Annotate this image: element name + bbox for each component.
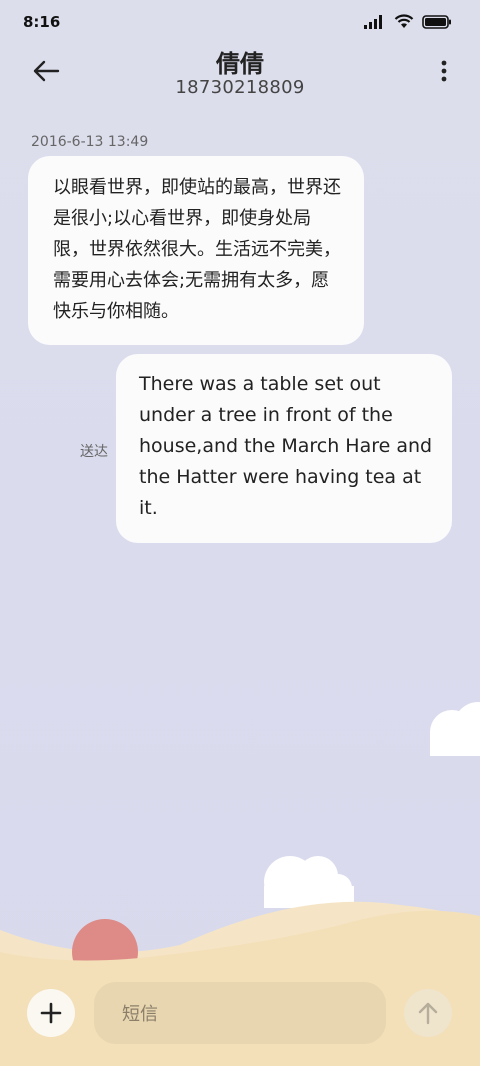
message-text: 以眼看世界，即使站的最高，世界还是很小;以心看世界，即使身处局限，世界依然很大。… bbox=[53, 177, 341, 322]
status-time: 8:16 bbox=[23, 13, 61, 31]
conversation-header: 倩倩 18730218809 bbox=[0, 44, 480, 104]
incoming-message-bubble[interactable]: 以眼看世界，即使站的最高，世界还是很小;以心看世界，即使身处局限，世界依然很大。… bbox=[28, 156, 364, 345]
plus-icon bbox=[40, 1002, 62, 1024]
cloud-icon bbox=[430, 702, 480, 756]
more-vertical-icon bbox=[441, 60, 447, 82]
message-input[interactable]: 短信 bbox=[94, 982, 386, 1044]
contact-number: 18730218809 bbox=[175, 77, 305, 98]
wifi-icon bbox=[394, 14, 414, 28]
send-button[interactable] bbox=[404, 989, 452, 1037]
cloud-icon bbox=[264, 856, 354, 908]
message-text: There was a table set out under a tree i… bbox=[139, 373, 433, 519]
message-composer: 短信 bbox=[0, 980, 480, 1050]
message-input-placeholder: 短信 bbox=[122, 1004, 158, 1025]
delivery-status: 送达 bbox=[80, 444, 108, 460]
arrow-up-icon bbox=[418, 1002, 438, 1025]
battery-icon bbox=[422, 14, 451, 29]
status-bar: 8:16 bbox=[0, 0, 480, 44]
outgoing-message-bubble[interactable]: There was a table set out under a tree i… bbox=[116, 354, 452, 543]
contact-name: 倩倩 bbox=[216, 50, 264, 78]
signal-icon bbox=[364, 14, 382, 29]
message-timestamp: 2016-6-13 13:49 bbox=[31, 134, 149, 150]
more-options-button[interactable] bbox=[438, 56, 450, 86]
add-attachment-button[interactable] bbox=[27, 989, 75, 1037]
